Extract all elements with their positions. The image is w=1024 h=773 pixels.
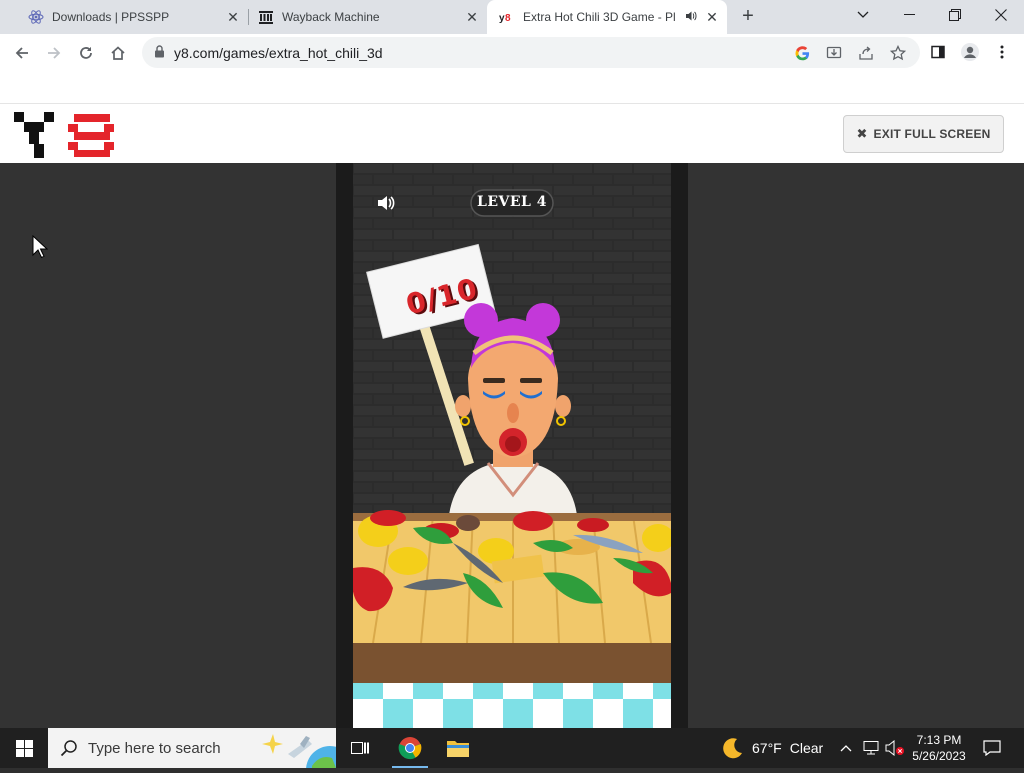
- address-bar[interactable]: y8.com/games/extra_hot_chili_3d: [142, 37, 920, 68]
- profile-avatar-icon[interactable]: [960, 42, 980, 62]
- close-tab-icon[interactable]: ✕: [705, 10, 719, 24]
- task-view-icon: [351, 742, 369, 754]
- tab-title: Wayback Machine: [282, 10, 380, 24]
- weather-widget[interactable]: 67°F Clear: [722, 728, 823, 768]
- chrome-icon: [398, 737, 422, 760]
- taskbar-chrome[interactable]: [386, 728, 434, 768]
- windows-taskbar: Type here to search 67°F Clear 7:13 PM 5…: [0, 728, 1024, 773]
- close-window-button[interactable]: [978, 0, 1024, 30]
- tab-wayback-machine[interactable]: Wayback Machine ✕: [240, 0, 487, 34]
- volume-muted-icon[interactable]: [884, 728, 906, 768]
- back-button[interactable]: [8, 39, 36, 67]
- archive-icon: [258, 9, 274, 25]
- tab-strip: Downloads | PPSSPP ✕ Wayback Machine ✕ y…: [0, 0, 1024, 34]
- site-header: ✖ EXIT FULL SCREEN: [0, 103, 1024, 163]
- moon-icon: [722, 737, 744, 759]
- reload-button[interactable]: [72, 39, 100, 67]
- level-label: LEVEL 4: [476, 194, 547, 210]
- tab-downloads[interactable]: Downloads | PPSSPP ✕: [8, 0, 248, 34]
- react-icon: [28, 9, 44, 25]
- side-panel-icon[interactable]: [928, 42, 948, 62]
- task-view-button[interactable]: [336, 728, 384, 768]
- close-x-icon: ✖: [856, 126, 868, 141]
- forward-button[interactable]: [40, 39, 68, 67]
- weather-temp: 67°F: [752, 740, 782, 756]
- share-icon[interactable]: [856, 43, 876, 63]
- network-icon[interactable]: [860, 728, 882, 768]
- install-app-icon[interactable]: [824, 43, 844, 63]
- start-button[interactable]: [0, 728, 48, 768]
- taskbar-file-explorer[interactable]: [434, 728, 482, 768]
- weather-desc: Clear: [789, 740, 824, 756]
- notifications-icon[interactable]: [978, 728, 1006, 768]
- bookmark-star-icon[interactable]: [888, 43, 908, 63]
- google-icon[interactable]: [792, 43, 812, 63]
- search-icon: [60, 739, 78, 762]
- y8-favicon-icon: y8: [499, 9, 515, 25]
- y8-logo[interactable]: [14, 112, 116, 163]
- speaker-icon[interactable]: [685, 10, 697, 25]
- windows-logo-icon: [15, 739, 33, 757]
- taskbar-search-box[interactable]: Type here to search: [48, 728, 354, 773]
- show-hidden-icons-chevron-icon[interactable]: [838, 728, 854, 768]
- system-clock[interactable]: 7:13 PM 5/26/2023: [904, 732, 974, 764]
- exit-fullscreen-button[interactable]: ✖ EXIT FULL SCREEN: [843, 115, 1004, 153]
- browser-toolbar: y8.com/games/extra_hot_chili_3d: [0, 34, 1024, 71]
- folder-icon: [447, 741, 469, 757]
- mouse-cursor-icon: [32, 234, 49, 264]
- tab-title: Downloads | PPSSPP: [52, 10, 170, 24]
- new-tab-button[interactable]: +: [736, 5, 760, 29]
- close-tab-icon[interactable]: ✕: [465, 10, 479, 24]
- clock-time: 7:13 PM: [916, 733, 962, 747]
- page-top-strip: [0, 71, 1024, 103]
- tab-extra-hot-chili[interactable]: y8 Extra Hot Chili 3D Game - Pl ✕: [487, 0, 727, 34]
- restore-button[interactable]: [932, 0, 978, 30]
- svg-text:8: 8: [505, 13, 511, 23]
- lock-icon[interactable]: [154, 45, 165, 63]
- tab-title: Extra Hot Chili 3D Game - Pl: [523, 10, 676, 24]
- search-highlight-illustration-icon: [260, 730, 354, 773]
- home-button[interactable]: [104, 39, 132, 67]
- more-menu-icon[interactable]: [992, 42, 1012, 62]
- tab-search-chevron-icon[interactable]: [840, 0, 886, 30]
- search-placeholder: Type here to search: [88, 739, 221, 757]
- clock-date: 5/26/2023: [912, 749, 966, 763]
- url-text[interactable]: y8.com/games/extra_hot_chili_3d: [174, 45, 383, 61]
- exit-fullscreen-label: EXIT FULL SCREEN: [873, 127, 991, 141]
- close-tab-icon[interactable]: ✕: [226, 10, 240, 24]
- game-scene: [353, 163, 671, 728]
- game-canvas[interactable]: LEVEL 4 0/10: [353, 163, 671, 728]
- minimize-button[interactable]: [886, 0, 932, 30]
